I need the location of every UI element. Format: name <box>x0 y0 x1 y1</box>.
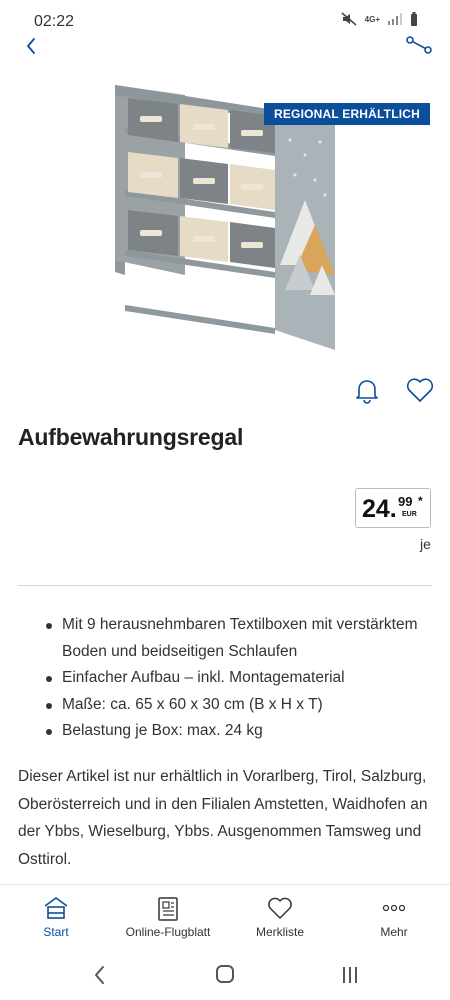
home-icon <box>44 897 68 919</box>
network-label: 4G+ <box>364 14 380 24</box>
battery-icon <box>411 12 417 26</box>
regional-badge: REGIONAL ERHÄLTLICH <box>264 103 430 125</box>
share-icon[interactable] <box>404 32 434 62</box>
nav-label-start: Start <box>43 925 69 939</box>
price-cents: 99 <box>398 494 413 509</box>
signal-icon <box>388 13 402 25</box>
nav-item-start[interactable]: Start <box>0 885 112 951</box>
bottom-nav: Start Online-Flugblatt Merkliste Mehr <box>0 884 450 950</box>
feature-item: Maße: ca. 65 x 60 x 30 cm (B x H x T) <box>40 692 440 719</box>
flyer-icon <box>158 897 178 921</box>
more-icon <box>382 904 406 912</box>
nav-label-merkliste: Merkliste <box>255 925 304 939</box>
heart-icon <box>268 897 292 919</box>
feature-item: Einfacher Aufbau – inkl. Montagematerial <box>40 665 440 692</box>
price-currency: EUR <box>402 511 417 518</box>
nav-label-online-flugblatt: Online-Flugblatt <box>125 925 211 939</box>
mute-icon <box>341 12 357 26</box>
android-recents-icon[interactable] <box>340 964 360 986</box>
status-time: 02:22 <box>34 13 75 30</box>
feature-item: Belastung je Box: max. 24 kg <box>40 718 440 745</box>
bell-icon[interactable] <box>351 374 383 406</box>
price-asterisk: * <box>418 494 423 508</box>
price-main: 24. <box>362 495 397 523</box>
nav-item-online-flugblatt[interactable]: Online-Flugblatt <box>112 885 224 951</box>
price-unit: je <box>420 536 431 552</box>
product-title: Aufbewahrungsregal <box>18 424 244 450</box>
android-home-icon[interactable] <box>214 963 236 985</box>
heart-icon[interactable] <box>404 374 436 406</box>
nav-item-merkliste[interactable]: Merkliste <box>224 885 336 951</box>
feature-item: Mit 9 herausnehmbaren Textilboxen mit ve… <box>40 612 440 665</box>
back-icon[interactable] <box>18 32 46 60</box>
divider <box>18 585 432 586</box>
nav-label-mehr: Mehr <box>380 925 408 939</box>
product-description: Dieser Artikel ist nur erhältlich in Vor… <box>18 768 428 868</box>
status-icons: 4G+ <box>341 12 418 26</box>
nav-item-mehr[interactable]: Mehr <box>338 885 450 951</box>
feature-list: Mit 9 herausnehmbaren Textilboxen mit ve… <box>40 612 440 745</box>
price-box: 24. 99 EUR * <box>355 488 431 528</box>
android-back-icon[interactable] <box>90 964 110 986</box>
android-nav-bar <box>0 950 450 1000</box>
top-nav <box>0 30 450 66</box>
